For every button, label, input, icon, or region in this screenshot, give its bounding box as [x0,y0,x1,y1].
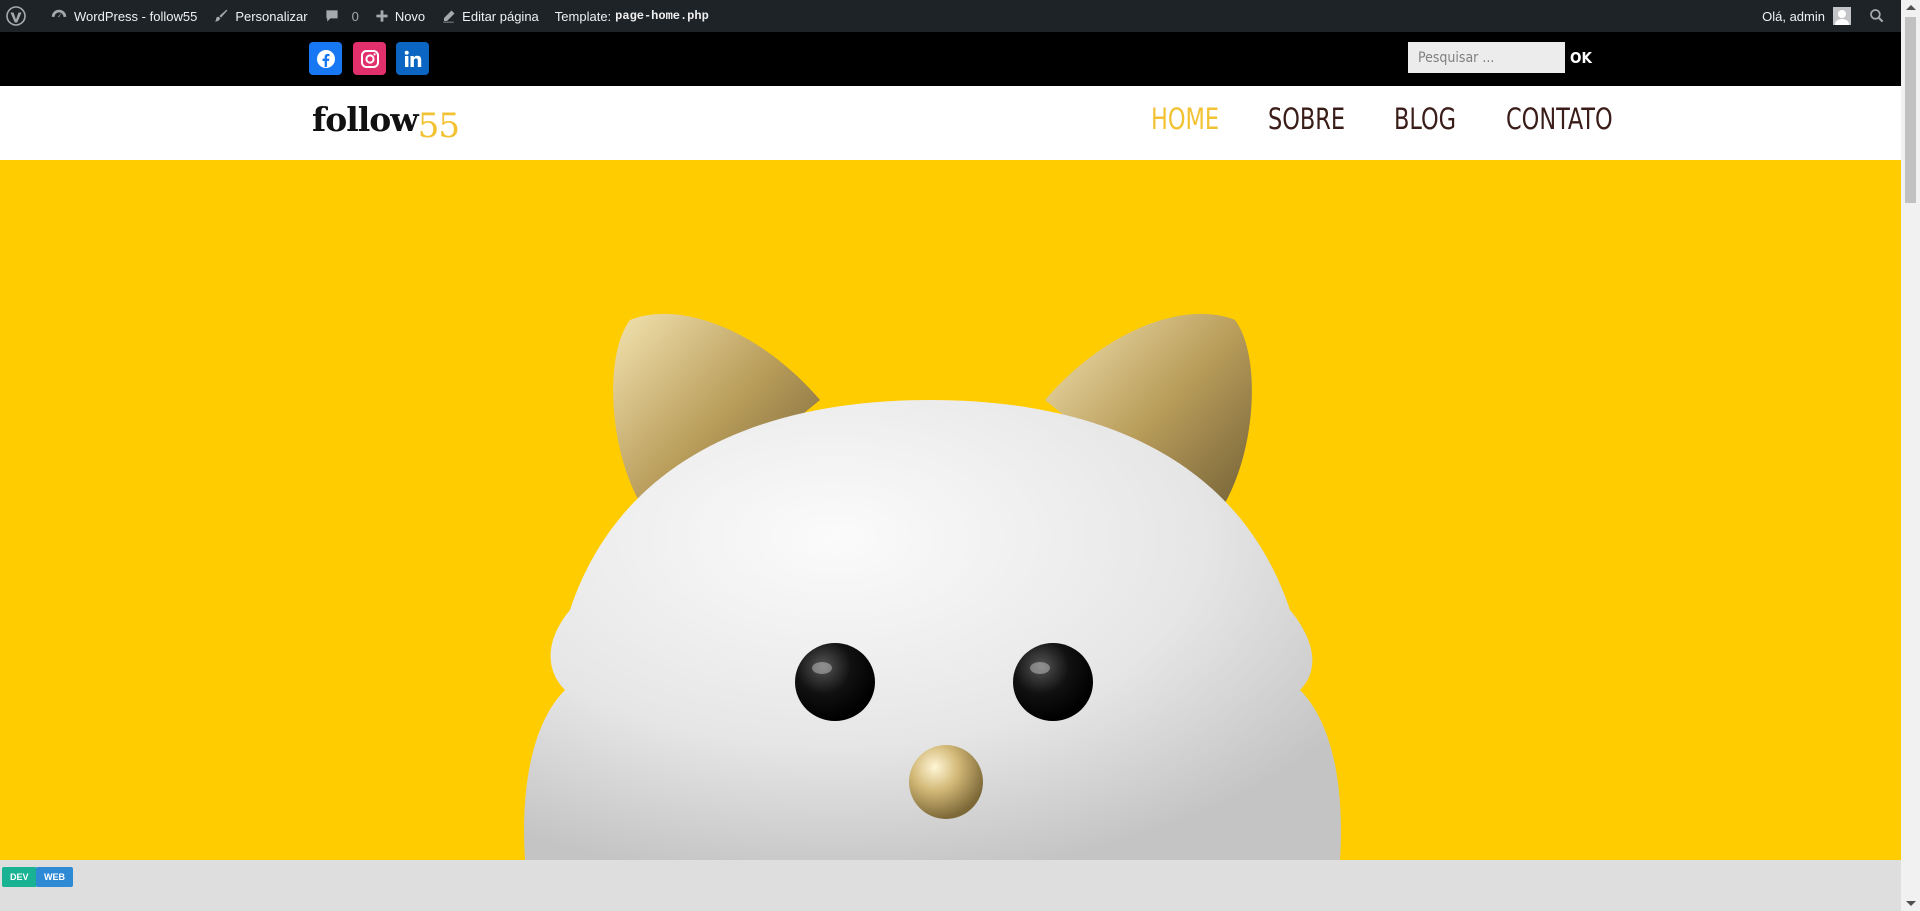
scrollbar-thumb[interactable] [1905,17,1916,203]
template-label: Template: [554,8,612,24]
site-name-menu[interactable]: WordPress - follow55 [42,0,205,32]
nav-item-home[interactable]: HOME [1151,102,1219,136]
nav-item-sobre[interactable]: SOBRE [1268,102,1345,136]
paintbrush-icon [214,9,228,22]
page-scrollbar[interactable] [1901,0,1920,911]
template-info[interactable]: Template: page-home.php [547,0,717,32]
plus-icon [376,10,388,22]
dashboard-icon [51,9,67,18]
comments-link[interactable]: 0 [316,0,367,32]
cat-mascot-image [524,313,1341,860]
new-content-menu[interactable]: Novo [367,0,433,32]
site-logo[interactable]: follow55 [312,100,460,146]
facebook-link[interactable] [309,42,342,75]
logo-text: follow [312,100,419,139]
search-submit-button[interactable]: OK [1570,42,1592,73]
wordpress-icon [6,6,26,26]
logo-number: 55 [417,106,460,146]
pencil-icon [443,10,455,22]
top-bar: OK [0,32,1901,86]
comment-icon [325,10,338,22]
wp-logo-menu[interactable] [0,0,42,32]
nav-item-blog[interactable]: BLOG [1394,102,1456,136]
linkedin-icon [404,50,421,67]
edit-page-link[interactable]: Editar página [433,0,547,32]
new-label: Novo [394,8,426,24]
search-icon [1870,9,1884,23]
search-input[interactable] [1408,42,1565,73]
nav-item-contato[interactable]: CONTATO [1506,102,1613,136]
hero-banner [0,160,1901,860]
wp-admin-bar: WordPress - follow55 Personalizar 0 Novo… [0,0,1901,32]
facebook-icon [316,49,335,68]
template-file: page-home.php [615,9,709,23]
comments-count: 0 [351,8,359,24]
site-name-label: WordPress - follow55 [74,8,198,24]
customize-label: Personalizar [235,8,308,24]
tag-dev[interactable]: DEV [2,867,37,887]
linkedin-link[interactable] [396,42,429,75]
edit-page-label: Editar página [462,8,539,24]
scroll-down-icon[interactable] [1906,901,1916,906]
admin-search-button[interactable] [1859,0,1901,32]
account-menu[interactable]: Olá, admin [1754,0,1859,32]
site-header: follow55 HOME SOBRE BLOG CONTATO [0,86,1901,160]
instagram-link[interactable] [353,42,386,75]
scroll-up-icon[interactable] [1906,5,1916,10]
greeting-label: Olá, admin [1762,8,1825,24]
tag-web[interactable]: WEB [36,867,73,887]
avatar [1833,7,1851,25]
instagram-icon [360,49,379,68]
customize-link[interactable]: Personalizar [205,0,315,32]
